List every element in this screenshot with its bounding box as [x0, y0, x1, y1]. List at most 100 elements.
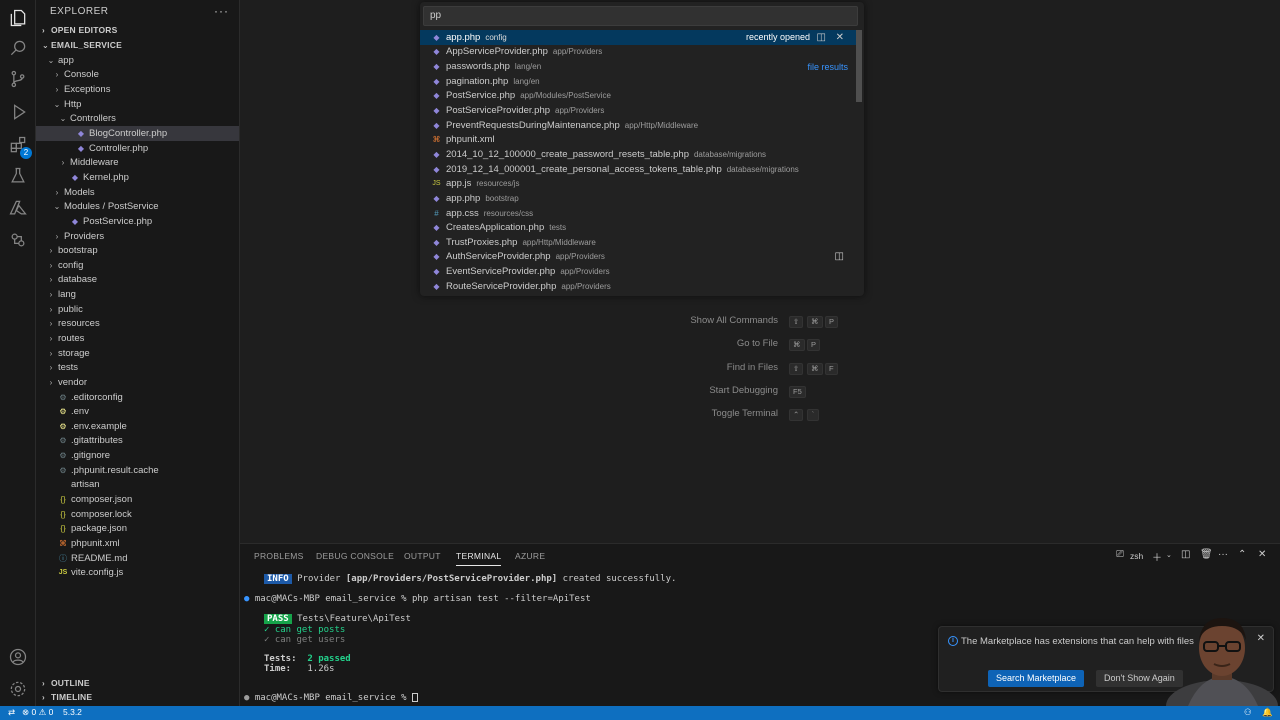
shortcut-label[interactable]: Start Debugging: [578, 385, 778, 399]
open-editors-header[interactable]: › OPEN EDITORS: [36, 23, 239, 37]
trash-icon[interactable]: 🗑: [1200, 549, 1213, 560]
tab-problems[interactable]: PROBLEMS: [254, 551, 304, 561]
split-terminal-icon[interactable]: ◫: [1181, 549, 1190, 560]
tree-item[interactable]: › Models: [36, 185, 239, 200]
new-terminal-icon[interactable]: ＋: [1152, 549, 1162, 564]
open-to-side-icon[interactable]: ◫: [835, 251, 844, 262]
tree-item[interactable]: ◆ Kernel.php: [36, 170, 239, 185]
search-icon[interactable]: [6, 36, 30, 60]
quick-open-item[interactable]: ◆ AppServiceProvider.php app/Providers: [420, 45, 856, 60]
tree-item[interactable]: › Console: [36, 68, 239, 83]
quick-open-item[interactable]: JS app.js resources/js: [420, 176, 856, 191]
tree-item[interactable]: › Exceptions: [36, 82, 239, 97]
tab-output[interactable]: OUTPUT: [404, 551, 441, 561]
open-to-side-icon[interactable]: ◫: [817, 32, 826, 43]
quick-open-scrollbar[interactable]: [856, 30, 862, 102]
tree-item[interactable]: › public: [36, 302, 239, 317]
tree-item[interactable]: {} composer.lock: [36, 507, 239, 522]
tree-item[interactable]: {} package.json: [36, 522, 239, 537]
tree-item[interactable]: ⌄ Http: [36, 97, 239, 112]
quick-open-item[interactable]: ◆ PostService.php app/Modules/PostService: [420, 89, 856, 104]
shortcut-label[interactable]: Find in Files: [578, 362, 778, 376]
project-header[interactable]: ⌄ EMAIL_SERVICE: [36, 38, 239, 52]
quick-open-item[interactable]: ◆ PostServiceProvider.php app/Providers: [420, 103, 856, 118]
tree-item[interactable]: {} composer.json: [36, 492, 239, 507]
remote-indicator-icon[interactable]: ⇄: [8, 707, 15, 718]
tree-item[interactable]: › Middleware: [36, 155, 239, 170]
quick-open-item[interactable]: ◆ app.php config recently opened ◫ ✕: [420, 30, 856, 45]
testing-icon[interactable]: [6, 164, 30, 188]
search-marketplace-button[interactable]: Search Marketplace: [988, 670, 1085, 687]
quick-open-item[interactable]: ◆ RouteServiceProvider.php app/Providers: [420, 279, 856, 294]
quick-open-item[interactable]: ◆ passwords.php lang/en file results: [420, 59, 856, 74]
tree-item[interactable]: ⌄ Modules / PostService: [36, 199, 239, 214]
tree-item[interactable]: ⌄ app: [36, 53, 239, 68]
tree-item[interactable]: ⚙ .env.example: [36, 419, 239, 434]
azure-icon[interactable]: [6, 196, 30, 220]
remote-explorer-icon[interactable]: [6, 228, 30, 252]
tree-item[interactable]: artisan: [36, 478, 239, 493]
tree-item[interactable]: ⌄ Controllers: [36, 112, 239, 127]
quick-open-item[interactable]: ◆ pagination.php lang/en: [420, 74, 856, 89]
quick-open-item[interactable]: ◆ 2019_12_14_000001_create_personal_acces…: [420, 162, 856, 177]
tab-debug-console[interactable]: DEBUG CONSOLE: [316, 551, 394, 561]
tree-item[interactable]: › bootstrap: [36, 243, 239, 258]
quick-open-item[interactable]: ◆ EventServiceProvider.php app/Providers: [420, 264, 856, 279]
settings-gear-icon[interactable]: [6, 677, 30, 701]
tree-item[interactable]: › config: [36, 258, 239, 273]
terminal-prompt-2[interactable]: ● mac@MACs-MBP email_service %: [244, 693, 418, 703]
tree-item[interactable]: › storage: [36, 346, 239, 361]
extensions-icon[interactable]: 2: [6, 133, 32, 159]
tree-item[interactable]: › database: [36, 273, 239, 288]
more-actions-icon[interactable]: ···: [1218, 549, 1228, 560]
explorer-more-actions[interactable]: ···: [214, 4, 229, 18]
source-control-icon[interactable]: [6, 67, 30, 91]
accounts-status-icon[interactable]: ⚇: [1244, 707, 1252, 718]
tree-item[interactable]: ◆ Controller.php: [36, 141, 239, 156]
tree-item[interactable]: ⚙ .gitattributes: [36, 434, 239, 449]
files-icon[interactable]: [6, 6, 30, 30]
quick-open-item[interactable]: ◆ PreventRequestsDuringMaintenance.php app…: [420, 118, 856, 133]
tree-item[interactable]: ◆ BlogController.php: [36, 126, 239, 141]
quick-open-item[interactable]: ⌘ phpunit.xml: [420, 132, 856, 147]
terminal-shell-name[interactable]: zsh: [1130, 551, 1143, 561]
terminal-shell-icon[interactable]: ⎚: [1116, 549, 1124, 560]
quick-open-item[interactable]: ◆ 2014_10_12_100000_create_password_reset…: [420, 147, 856, 162]
quick-open-item[interactable]: # app.css resources/css: [420, 206, 856, 221]
php-version[interactable]: 5.3.2: [63, 707, 82, 717]
quick-open-item[interactable]: ◆ app.php bootstrap: [420, 191, 856, 206]
shortcut-label[interactable]: Go to File: [578, 338, 778, 352]
account-icon[interactable]: [6, 645, 30, 669]
tree-item[interactable]: › Providers: [36, 229, 239, 244]
tree-item[interactable]: › lang: [36, 287, 239, 302]
shortcut-label[interactable]: Toggle Terminal: [578, 408, 778, 422]
quick-open-input[interactable]: pp: [423, 6, 858, 26]
tree-item[interactable]: ◆ PostService.php: [36, 214, 239, 229]
tree-item[interactable]: ⓘ README.md: [36, 551, 239, 566]
quick-open-item[interactable]: ◆ AuthServiceProvider.php app/Providers ◫: [420, 250, 856, 265]
tree-item[interactable]: ⚙ .phpunit.result.cache: [36, 463, 239, 478]
tree-item[interactable]: JS vite.config.js: [36, 565, 239, 580]
timeline-header[interactable]: › TIMELINE: [36, 690, 239, 704]
tree-item[interactable]: › vendor: [36, 375, 239, 390]
run-debug-icon[interactable]: [6, 100, 30, 124]
tree-item[interactable]: › routes: [36, 331, 239, 346]
remove-from-recent-icon[interactable]: ✕: [836, 32, 844, 43]
tree-item[interactable]: ⚙ .editorconfig: [36, 390, 239, 405]
tree-item[interactable]: ⌘ phpunit.xml: [36, 536, 239, 551]
tree-item[interactable]: ⚙ .env: [36, 404, 239, 419]
close-panel-icon[interactable]: ✕: [1258, 549, 1266, 560]
shortcut-label[interactable]: Show All Commands: [578, 315, 778, 329]
outline-header[interactable]: › OUTLINE: [36, 676, 239, 690]
tree-item[interactable]: ⚙ .gitignore: [36, 448, 239, 463]
tree-item[interactable]: › resources: [36, 317, 239, 332]
chevron-down-icon[interactable]: ⌄: [1166, 551, 1172, 559]
quick-open-item[interactable]: ◆ TrustProxies.php app/Http/Middleware: [420, 235, 856, 250]
tree-item[interactable]: › tests: [36, 360, 239, 375]
notifications-bell-icon[interactable]: 🔔: [1262, 707, 1273, 718]
tab-azure[interactable]: AZURE: [515, 551, 545, 561]
quick-open-item[interactable]: ◆ CreatesApplication.php tests: [420, 220, 856, 235]
tab-terminal[interactable]: TERMINAL: [456, 551, 502, 566]
problems-indicator[interactable]: ⊗ 0 ⚠ 0: [22, 707, 53, 718]
maximize-panel-icon[interactable]: ⌃: [1238, 549, 1246, 560]
